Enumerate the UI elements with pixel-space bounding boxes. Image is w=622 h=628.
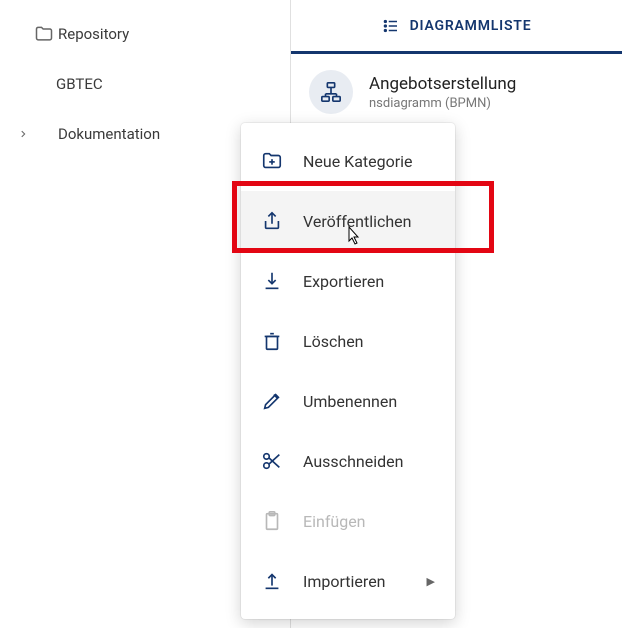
menu-label: Exportieren xyxy=(303,272,384,291)
menu-label: Ausschneiden xyxy=(303,452,403,471)
share-icon xyxy=(261,210,289,232)
tree-item-gbtec[interactable]: GBTEC xyxy=(0,62,290,106)
upload-icon xyxy=(261,570,289,592)
context-menu: Neue Kategorie Veröffentlichen Exportier… xyxy=(241,123,455,619)
tree-item-repository[interactable]: Repository xyxy=(0,12,290,56)
diagram-info: Angebotserstellung nsdiagramm (BPMN) xyxy=(369,74,516,111)
clipboard-icon xyxy=(261,510,289,532)
menu-item-paste: Einfügen xyxy=(241,491,455,551)
list-icon xyxy=(382,17,400,35)
download-icon xyxy=(261,270,289,292)
menu-label: Veröffentlichen xyxy=(303,212,412,231)
diagram-subtitle: nsdiagramm (BPMN) xyxy=(369,96,516,111)
menu-label: Neue Kategorie xyxy=(303,152,413,171)
menu-item-cut[interactable]: Ausschneiden xyxy=(241,431,455,491)
pencil-icon xyxy=(261,390,289,412)
menu-item-publish[interactable]: Veröffentlichen xyxy=(241,191,455,251)
menu-label: Einfügen xyxy=(303,512,366,531)
menu-item-import[interactable]: Importieren ▶ xyxy=(241,551,455,611)
tab-diagrammliste[interactable]: DIAGRAMMLISTE xyxy=(291,0,622,54)
tree-label: Repository xyxy=(58,25,129,43)
trash-icon xyxy=(261,330,289,352)
menu-label: Umbenennen xyxy=(303,392,397,411)
tab-label: DIAGRAMMLISTE xyxy=(410,18,532,34)
menu-item-rename[interactable]: Umbenennen xyxy=(241,371,455,431)
diagram-type-icon xyxy=(309,70,353,114)
menu-label: Importieren xyxy=(303,572,386,591)
scissors-icon xyxy=(261,450,289,472)
menu-label: Löschen xyxy=(303,332,364,351)
chevron-right-icon: ▶ xyxy=(427,575,435,588)
menu-item-new-category[interactable]: Neue Kategorie xyxy=(241,131,455,191)
chevron-right-icon xyxy=(18,129,34,139)
folder-icon xyxy=(34,24,58,44)
folder-plus-icon xyxy=(261,150,289,172)
diagram-row[interactable]: Angebotserstellung nsdiagramm (BPMN) xyxy=(291,54,622,130)
menu-item-export[interactable]: Exportieren xyxy=(241,251,455,311)
menu-item-delete[interactable]: Löschen xyxy=(241,311,455,371)
tree-label: GBTEC xyxy=(56,75,103,93)
diagram-title: Angebotserstellung xyxy=(369,74,516,94)
tree-label: Dokumentation xyxy=(58,125,160,143)
